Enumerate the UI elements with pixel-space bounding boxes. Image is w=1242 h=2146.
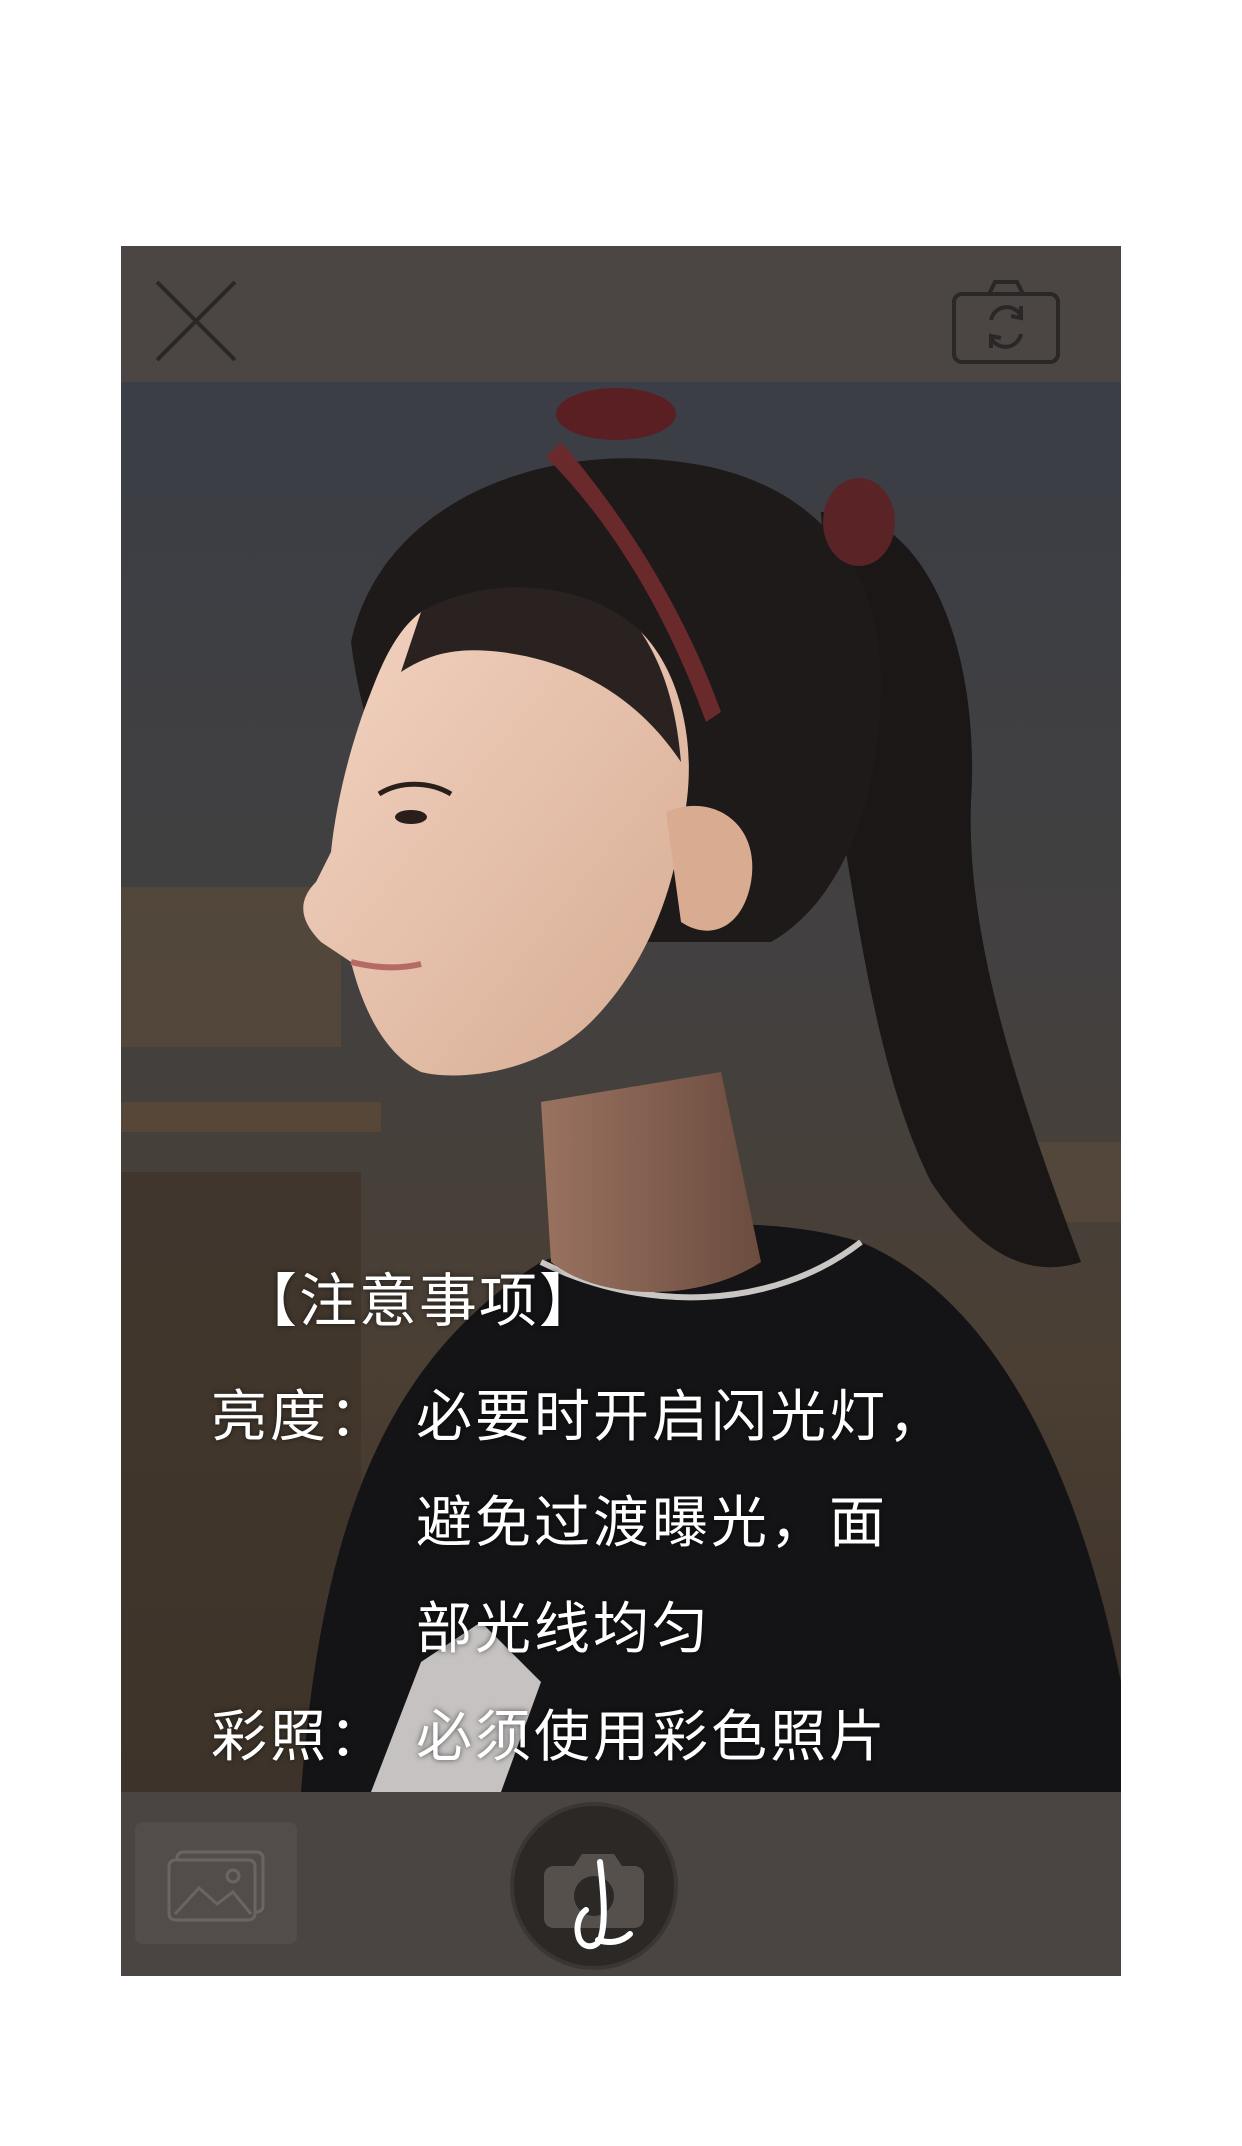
gallery-button[interactable]	[135, 1822, 297, 1944]
camera-viewfinder: 【注意事项】 亮度： 必要时开启闪光灯， 避免过渡曝光，面 部光线均匀 彩照： …	[121, 382, 1121, 1792]
camera-flip-icon	[952, 280, 1060, 364]
close-button[interactable]	[151, 276, 241, 366]
bottom-toolbar	[121, 1792, 1121, 1976]
camera-shutter-icon	[544, 1854, 644, 1950]
close-icon	[155, 280, 237, 362]
flip-camera-button[interactable]	[951, 276, 1061, 366]
shutter-button[interactable]	[514, 1806, 674, 1966]
gallery-icon	[167, 1850, 265, 1922]
top-toolbar	[121, 246, 1121, 382]
camera-screen: 【注意事项】 亮度： 必要时开启闪光灯， 避免过渡曝光，面 部光线均匀 彩照： …	[121, 246, 1121, 1976]
subject-photo	[121, 382, 1121, 1792]
